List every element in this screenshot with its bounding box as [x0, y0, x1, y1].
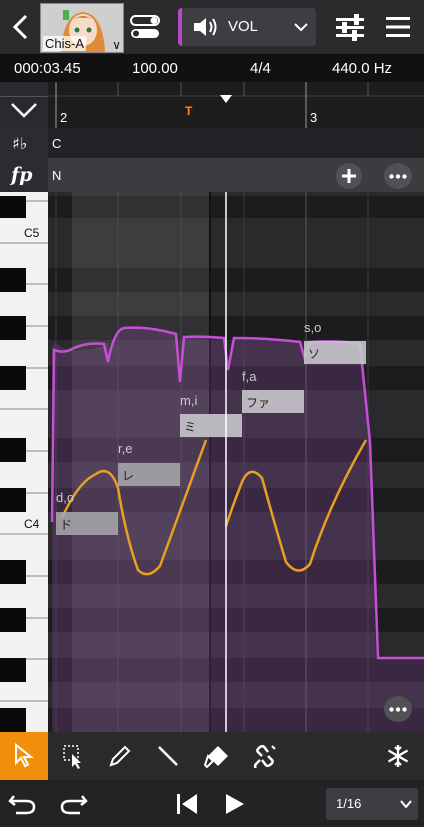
select-tool-button[interactable]: [48, 732, 96, 780]
speaker-icon: [194, 18, 217, 36]
note-phoneme: f,a: [242, 369, 257, 384]
select-icon: [63, 745, 81, 769]
piano-roll-grid: [48, 192, 424, 732]
more-button[interactable]: [384, 163, 412, 189]
tempo-display[interactable]: 100.00: [132, 60, 178, 77]
piano-keys: [0, 192, 48, 732]
chevron-down-icon[interactable]: ∨: [112, 38, 121, 52]
note-phoneme: m,i: [180, 393, 198, 408]
chevron-down-icon: [294, 23, 308, 32]
unlink-tool-button[interactable]: [240, 732, 288, 780]
play-icon[interactable]: [222, 791, 248, 817]
key-label-c5: C5: [24, 226, 40, 240]
svg-text:fp: fp: [10, 164, 33, 186]
more-icon: [389, 707, 407, 712]
freeze-button[interactable]: [374, 732, 422, 780]
menu-icon[interactable]: [384, 14, 412, 40]
skip-back-icon[interactable]: [174, 791, 200, 817]
track-color-stripe: [178, 8, 182, 46]
key-label-c4: C4: [24, 517, 40, 531]
redo-icon[interactable]: [58, 792, 88, 816]
ruler-ticks: [48, 82, 424, 128]
measure-label: 3: [310, 110, 318, 125]
note-lyric[interactable]: レ: [122, 467, 134, 484]
back-icon[interactable]: [6, 10, 34, 44]
note-phoneme: s,o: [304, 320, 322, 335]
add-button[interactable]: [336, 163, 362, 189]
zoom-value: 1/16: [336, 796, 362, 811]
track-param-label: VOL: [228, 18, 259, 35]
time-display[interactable]: 000:03.45: [14, 60, 81, 77]
timeline-ruler[interactable]: 2 3 T: [48, 82, 424, 128]
note-lyric[interactable]: ミ: [184, 418, 196, 435]
chevron-down-icon: [400, 800, 412, 809]
transport-bar: 1/16: [0, 780, 424, 827]
chord-value: C: [52, 136, 62, 151]
more-icon: [389, 174, 407, 179]
fp-icon: fp: [10, 164, 33, 186]
dynamics-track-button[interactable]: fp: [0, 158, 49, 192]
sharp-flat-icon: ♯♭: [12, 134, 27, 153]
note-lyric[interactable]: ド: [60, 516, 72, 533]
ruler-corner: [0, 82, 48, 97]
mixer-icon[interactable]: [334, 12, 366, 42]
pen-tool-button[interactable]: [96, 732, 144, 780]
frequency-display[interactable]: 440.0 Hz: [332, 60, 392, 77]
roll-more-button[interactable]: [384, 696, 412, 722]
status-bar: 000:03.45 100.00 4/4 440.0 Hz: [0, 54, 424, 82]
tempo-marker[interactable]: T: [185, 104, 192, 118]
eraser-icon: [204, 746, 228, 768]
collapse-button[interactable]: [0, 82, 49, 128]
plus-icon: [342, 169, 356, 183]
eraser-tool-button[interactable]: [192, 732, 240, 780]
measure-label: 2: [60, 110, 68, 125]
arrow-tool-button[interactable]: [0, 732, 48, 780]
note-phoneme: r,e: [118, 441, 133, 456]
collapse-icon: [11, 103, 37, 118]
singer-name: Chis-A: [43, 36, 87, 51]
time-signature-display[interactable]: 4/4: [250, 60, 271, 77]
dynamics-track[interactable]: N: [48, 158, 424, 192]
singer-avatar[interactable]: Chis-A ∨: [40, 3, 124, 53]
piano-keyboard[interactable]: C5 C4: [0, 192, 48, 732]
zoom-select[interactable]: 1/16: [326, 788, 418, 820]
line-tool-button[interactable]: [144, 732, 192, 780]
chord-track-button[interactable]: ♯♭: [0, 128, 49, 158]
line-icon: [158, 746, 178, 766]
edit-toolbar: [0, 732, 424, 780]
track-param-select[interactable]: VOL: [178, 8, 316, 46]
piano-roll[interactable]: d,o ド r,e レ m,i ミ f,a ファ s,o ソ: [48, 192, 424, 732]
chord-track[interactable]: C: [48, 128, 424, 158]
note-lyric[interactable]: ソ: [308, 345, 320, 362]
pen-icon: [109, 745, 131, 767]
toggle-icon[interactable]: [130, 15, 160, 39]
note-phoneme: d,o: [56, 490, 75, 505]
svg-text:♯♭: ♯♭: [12, 134, 27, 153]
top-bar: Chis-A ∨ VOL: [0, 0, 424, 54]
snowflake-icon: [387, 745, 409, 767]
arrow-icon: [15, 743, 34, 768]
playhead-handle-icon[interactable]: [219, 94, 233, 104]
note-lyric[interactable]: ファ: [246, 394, 270, 411]
undo-icon[interactable]: [8, 792, 38, 816]
link-icon: [253, 744, 276, 768]
dynamics-value: N: [52, 168, 62, 183]
